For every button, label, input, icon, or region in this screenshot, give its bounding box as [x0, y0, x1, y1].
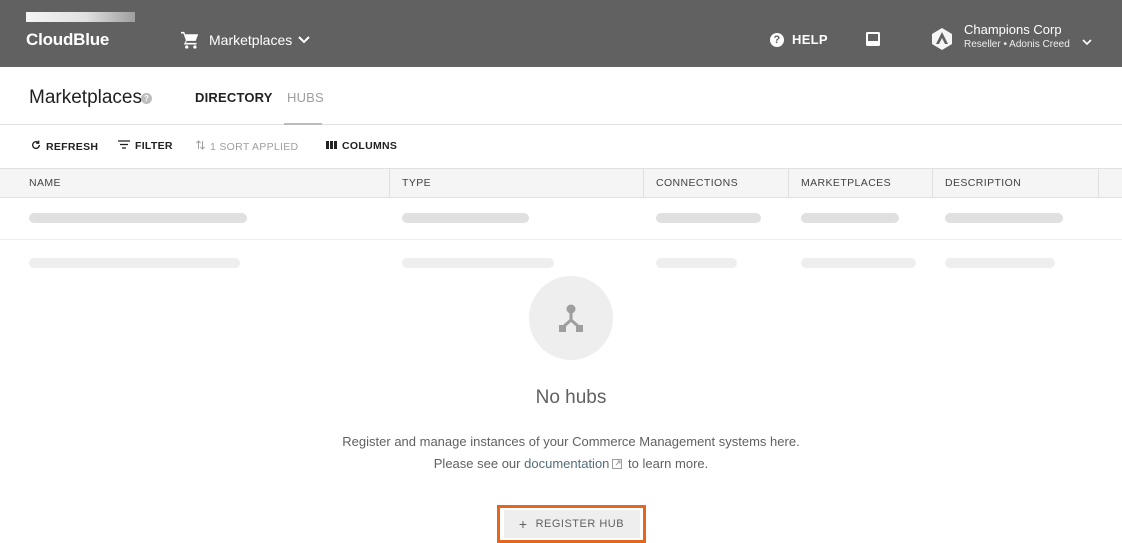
loading-placeholder — [945, 213, 1063, 223]
empty-state-title: No hubs — [535, 387, 607, 408]
page-title: Marketplaces — [29, 87, 142, 108]
account-menu[interactable]: Champions Corp Reseller • Adonis Creed — [930, 22, 1092, 51]
chevron-down-icon — [298, 36, 310, 44]
loading-placeholder — [402, 213, 529, 223]
inbox-icon[interactable] — [865, 31, 881, 52]
app-logo[interactable]: CloudBlue — [26, 30, 109, 50]
documentation-link-label: documentation — [524, 456, 610, 471]
column-header-type[interactable]: TYPE — [390, 169, 644, 197]
filter-button[interactable]: FILTER — [118, 140, 173, 152]
account-avatar-icon — [930, 27, 954, 51]
loading-row — [0, 198, 1122, 240]
filter-icon — [118, 140, 135, 152]
list-toolbar: REFRESH FILTER 1 SORT APPLIED COLUMNS — [0, 126, 1122, 168]
account-text: Champions Corp Reseller • Adonis Creed — [964, 22, 1070, 51]
help-icon[interactable]: ? — [141, 93, 152, 104]
sort-label: 1 SORT APPLIED — [210, 140, 299, 153]
hint-text-before: Please see our — [433, 456, 521, 471]
help-label: HELP — [792, 32, 828, 47]
module-switcher[interactable]: Marketplaces — [180, 28, 310, 52]
sort-icon — [196, 140, 210, 153]
hint-text-after: to learn more. — [628, 456, 709, 471]
loading-placeholder — [801, 213, 899, 223]
chevron-down-icon — [1082, 33, 1092, 51]
module-label: Marketplaces — [209, 32, 293, 48]
column-header-marketplaces[interactable]: MARKETPLACES — [789, 169, 933, 197]
logo-graphic — [26, 12, 135, 22]
loading-placeholder — [29, 258, 240, 268]
table-header: NAME TYPE CONNECTIONS MARKETPLACES DESCR… — [0, 168, 1122, 198]
loading-placeholder — [945, 258, 1055, 268]
loading-placeholder — [402, 258, 554, 268]
register-hub-label: REGISTER HUB — [535, 518, 625, 530]
hub-icon — [529, 276, 613, 360]
loading-placeholder — [801, 258, 916, 268]
column-header-description[interactable]: DESCRIPTION — [933, 169, 1099, 197]
loading-placeholder — [656, 258, 737, 268]
help-icon: ? — [770, 32, 784, 47]
column-header-connections[interactable]: CONNECTIONS — [644, 169, 789, 197]
active-tab-indicator — [284, 123, 322, 125]
help-button[interactable]: ? HELP — [770, 32, 828, 47]
refresh-icon — [31, 140, 46, 153]
refresh-label: REFRESH — [46, 140, 99, 153]
account-name: Champions Corp — [964, 22, 1062, 37]
refresh-button[interactable]: REFRESH — [31, 140, 98, 153]
loading-placeholder — [656, 213, 761, 223]
empty-state-hint: Please see our documentation to learn mo… — [0, 456, 1122, 472]
filter-label: FILTER — [135, 140, 173, 152]
external-link-icon — [612, 457, 623, 472]
columns-button[interactable]: COLUMNS — [326, 140, 397, 152]
empty-state-description: Register and manage instances of your Co… — [342, 434, 800, 449]
sort-button[interactable]: 1 SORT APPLIED — [196, 140, 298, 153]
plus-icon: + — [518, 516, 528, 532]
tab-directory[interactable]: DIRECTORY — [195, 90, 273, 105]
tab-hubs[interactable]: HUBS — [287, 90, 324, 105]
documentation-link[interactable]: documentation — [524, 456, 624, 471]
top-navigation-bar: CloudBlue Marketplaces ? HELP Champions … — [0, 0, 1122, 67]
page-header: Marketplaces ? DIRECTORY HUBS — [0, 67, 1122, 125]
columns-icon — [326, 140, 342, 152]
register-hub-button[interactable]: + REGISTER HUB — [497, 505, 646, 543]
cart-icon — [180, 31, 200, 49]
account-role: Reseller • Adonis Creed — [964, 39, 1070, 50]
column-header-name[interactable]: NAME — [17, 169, 390, 197]
loading-placeholder — [29, 213, 247, 223]
register-hub-button-body: + REGISTER HUB — [503, 510, 640, 538]
columns-label: COLUMNS — [342, 140, 398, 152]
